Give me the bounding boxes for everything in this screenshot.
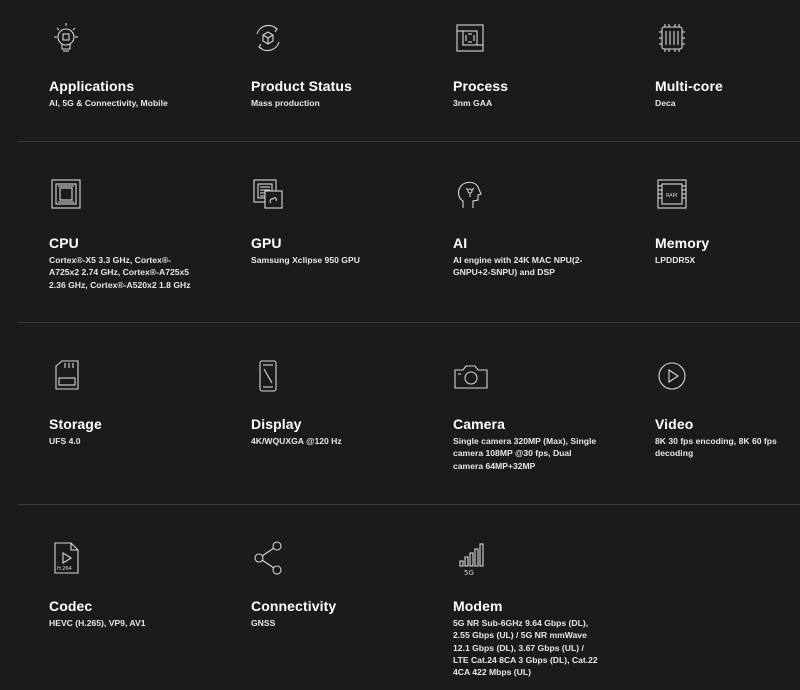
share-nodes-icon bbox=[251, 540, 285, 576]
spec-title: Modem bbox=[453, 598, 503, 614]
spec-title: Process bbox=[453, 78, 509, 94]
spec-row: Applications AI, 5G & Connectivity, Mobi… bbox=[0, 0, 800, 141]
sd-card-icon bbox=[49, 358, 83, 394]
spec-value: Deca bbox=[655, 98, 676, 108]
svg-text:H.264: H.264 bbox=[57, 566, 72, 572]
multicore-chip-icon bbox=[655, 20, 689, 56]
phone-display-icon bbox=[251, 358, 285, 394]
spec-value: Single camera 320MP (Max), Single camera… bbox=[453, 436, 597, 471]
spec-title: Connectivity bbox=[251, 598, 337, 614]
cycle-cube-icon bbox=[251, 20, 285, 56]
gpu-icon bbox=[251, 177, 285, 213]
cpu-icon bbox=[49, 177, 83, 213]
spec-item-codec: H.264 Codec HEVC (H.265), VP9, AV1 bbox=[49, 540, 239, 629]
spec-item-camera: Camera Single camera 320MP (Max), Single… bbox=[453, 358, 643, 472]
spec-title: CPU bbox=[49, 235, 79, 251]
spec-row: CPU Cortex®-X5 3.3 GHz, Cortex®-A725x2 2… bbox=[0, 142, 800, 322]
spec-row: Storage UFS 4.0 Display 4K/WQUXGA @120 H… bbox=[0, 323, 800, 504]
spec-value: UFS 4.0 bbox=[49, 436, 81, 446]
svg-text:5G: 5G bbox=[464, 569, 474, 577]
5g-signal-icon: 5G bbox=[453, 540, 487, 577]
spec-title: Product Status bbox=[251, 78, 352, 94]
spec-title: GPU bbox=[251, 235, 282, 251]
spec-item-connectivity: Connectivity GNSS bbox=[251, 540, 441, 629]
spec-value: Mass production bbox=[251, 98, 320, 108]
spec-item-product-status: Product Status Mass production bbox=[251, 20, 441, 109]
spec-value: 8K 30 fps encoding, 8K 60 fps decoding bbox=[655, 436, 777, 459]
spec-item-display: Display 4K/WQUXGA @120 Hz bbox=[251, 358, 441, 447]
spec-title: Storage bbox=[49, 416, 102, 432]
spec-item-memory: RAM Memory LPDDR5X bbox=[655, 177, 800, 266]
spec-title: Camera bbox=[453, 416, 505, 432]
spec-value: 4K/WQUXGA @120 Hz bbox=[251, 436, 342, 446]
spec-title: Codec bbox=[49, 598, 93, 614]
spec-item-multi-core: Multi-core Deca bbox=[655, 20, 800, 109]
spec-grid: Applications AI, 5G & Connectivity, Mobi… bbox=[0, 0, 800, 690]
spec-value: AI, 5G & Connectivity, Mobile bbox=[49, 98, 168, 108]
spec-title: Video bbox=[655, 416, 694, 432]
spec-item-process: Process 3nm GAA bbox=[453, 20, 643, 109]
h264-file-icon: H.264 bbox=[49, 540, 83, 576]
spec-value: Samsung Xclipse 950 GPU bbox=[251, 255, 360, 265]
spec-value: Cortex®-X5 3.3 GHz, Cortex®-A725x2 2.74 … bbox=[49, 255, 191, 290]
spec-item-gpu: GPU Samsung Xclipse 950 GPU bbox=[251, 177, 441, 266]
spec-row: H.264 Codec HEVC (H.265), VP9, AV1 Conne… bbox=[0, 505, 800, 690]
spec-title: Memory bbox=[655, 235, 710, 251]
play-circle-icon bbox=[655, 358, 689, 394]
spec-value: AI engine with 24K MAC NPU(2-GNPU+2-SNPU… bbox=[453, 255, 583, 278]
spec-value: GNSS bbox=[251, 618, 276, 628]
spec-value: HEVC (H.265), VP9, AV1 bbox=[49, 618, 146, 628]
chip-process-icon bbox=[453, 20, 487, 56]
spec-title: Display bbox=[251, 416, 302, 432]
spec-item-applications: Applications AI, 5G & Connectivity, Mobi… bbox=[49, 20, 239, 109]
spec-item-video: Video 8K 30 fps encoding, 8K 60 fps deco… bbox=[655, 358, 800, 460]
ram-icon: RAM bbox=[655, 177, 689, 213]
ai-head-icon bbox=[453, 177, 487, 213]
spec-item-cpu: CPU Cortex®-X5 3.3 GHz, Cortex®-A725x2 2… bbox=[49, 177, 239, 291]
spec-value: 5G NR Sub-6GHz 9.64 Gbps (DL), 2.55 Gbps… bbox=[453, 618, 598, 678]
spec-item-storage: Storage UFS 4.0 bbox=[49, 358, 239, 447]
svg-text:RAM: RAM bbox=[666, 193, 677, 199]
lightbulb-chip-icon bbox=[49, 20, 83, 56]
spec-value: 3nm GAA bbox=[453, 98, 493, 108]
spec-item-modem: 5G Modem 5G NR Sub-6GHz 9.64 Gbps (DL), … bbox=[453, 540, 643, 678]
camera-icon bbox=[453, 358, 488, 394]
spec-item-ai: AI AI engine with 24K MAC NPU(2-GNPU+2-S… bbox=[453, 177, 643, 279]
spec-title: Multi-core bbox=[655, 78, 723, 94]
spec-title: Applications bbox=[49, 78, 135, 94]
spec-value: LPDDR5X bbox=[655, 255, 696, 265]
spec-title: AI bbox=[453, 235, 468, 251]
